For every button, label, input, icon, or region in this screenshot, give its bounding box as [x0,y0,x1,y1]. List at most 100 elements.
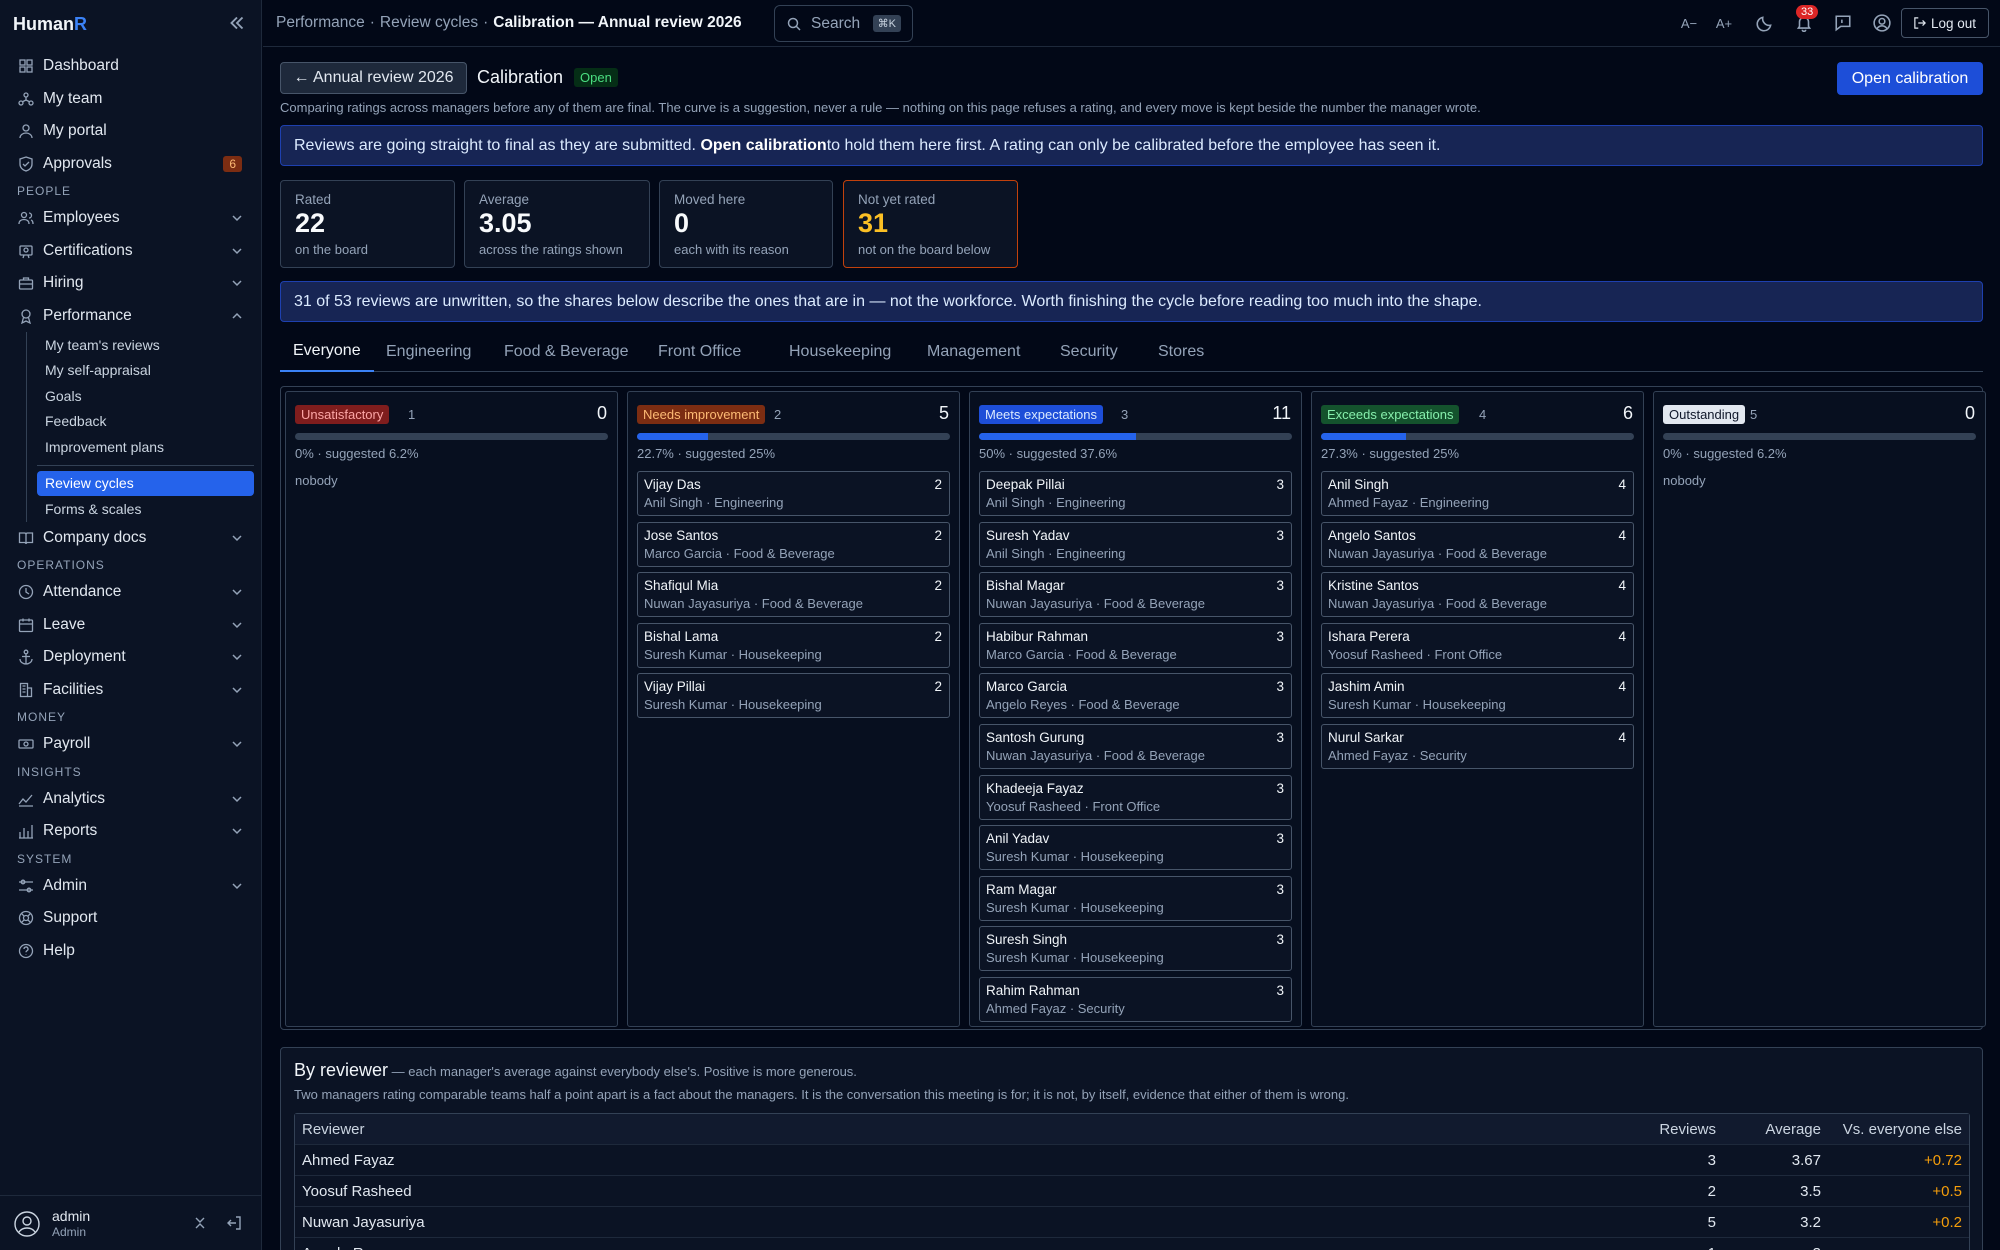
nav-label: Reports [43,822,98,840]
tab-front-office[interactable]: Front Office [645,332,754,372]
nav-dashboard[interactable]: Dashboard [0,50,262,83]
nav-employees[interactable]: Employees [0,202,262,235]
average-rating: 3.67 [1791,1152,1821,1169]
employee-card[interactable]: Ram Magar Suresh Kumar · Housekeeping 3 [979,875,1292,921]
open-calibration-button[interactable]: Open calibration [1837,62,1983,95]
header-reviews[interactable]: Reviews [1659,1121,1716,1138]
table-row[interactable]: Ahmed Fayaz 3 3.67 +0.72 [295,1145,1969,1176]
account-icon[interactable] [1873,14,1891,32]
tab-engineering[interactable]: Engineering [373,332,484,372]
rating-column[interactable]: Meets expectations 3 11 50% · suggested 37.… [969,391,1302,1027]
header-reviewer[interactable]: Reviewer [302,1121,365,1138]
employee-card[interactable]: Suresh Yadav Anil Singh · Engineering 3 [979,521,1292,567]
employee-card[interactable]: Vijay Pillai Suresh Kumar · Housekeeping 2 [637,673,950,719]
employee-card[interactable]: Marco Garcia Angelo Reyes · Food & Bevera… [979,673,1292,719]
subnav-forms-scales[interactable]: Forms & scales [37,496,262,522]
employee-card[interactable]: Jashim Amin Suresh Kumar · Housekeeping 4 [1321,673,1634,719]
employee-card[interactable]: Ishara Perera Yoosuf Rasheed · Front Offi… [1321,622,1634,668]
tab-everyone[interactable]: Everyone [280,332,374,372]
nav-admin[interactable]: Admin [0,870,262,903]
breadcrumb-performance[interactable]: Performance [276,14,365,31]
stat-moved: Moved here 0 each with its reason [659,180,833,268]
subnav-my-self-appraisal[interactable]: My self-appraisal [37,358,262,384]
subnav-feedback[interactable]: Feedback [37,409,262,435]
tab-stores[interactable]: Stores [1145,332,1217,372]
tab-security[interactable]: Security [1047,332,1131,372]
employee-card[interactable]: Suresh Singh Suresh Kumar · Housekeeping 3 [979,926,1292,972]
table-row[interactable]: Yoosuf Rasheed 2 3.5 +0.5 [295,1176,1969,1207]
nav-attendance[interactable]: Attendance [0,576,262,609]
employee-card[interactable]: Khadeeja Fayaz Yoosuf Rasheed · Front Off… [979,774,1292,820]
search-button[interactable]: Search ⌘K [774,5,913,42]
employee-card[interactable]: Angelo Santos Nuwan Jayasuriya · Food & B… [1321,521,1634,567]
nav-payroll[interactable]: Payroll [0,728,262,761]
nav-my-portal[interactable]: My portal [0,115,262,148]
nav-approvals[interactable]: Approvals 6 [0,148,262,181]
subnav-goals[interactable]: Goals [37,383,262,409]
font-smaller-button[interactable]: A− [1680,14,1698,32]
employee-card[interactable]: Shafiqul Mia Nuwan Jayasuriya · Food & Be… [637,572,950,618]
rating-column[interactable]: Needs improvement 2 5 22.7% · suggested 25%… [627,391,960,1027]
brand-logo[interactable]: HumanR [13,14,87,35]
rating-level: 3 [1121,407,1129,422]
employee-card[interactable]: Vijay Das Anil Singh · Engineering 2 [637,471,950,516]
share-bar-fill [1321,433,1407,440]
message-icon[interactable] [1834,14,1852,32]
employee-card[interactable]: Bishal Lama Suresh Kumar · Housekeeping 2 [637,622,950,668]
subnav-review-cycles[interactable]: Review cycles [37,470,254,496]
stat-rated: Rated 22 on the board [280,180,455,268]
employee-card[interactable]: Nurul Sarkar Ahmed Fayaz · Security 4 [1321,723,1634,769]
rating-column[interactable]: Outstanding 5 0 0% · suggested 6.2% nobody [1653,391,1986,1027]
employee-card[interactable]: Santosh Gurung Nuwan Jayasuriya · Food & … [979,723,1292,769]
avatar[interactable] [14,1211,40,1237]
breadcrumb-review-cycles[interactable]: Review cycles [380,14,478,31]
nav-label: Deployment [43,648,126,666]
employee-rating: 3 [1276,780,1284,796]
tab-management[interactable]: Management [914,332,1033,372]
employee-card[interactable]: Anil Singh Ahmed Fayaz · Engineering 4 [1321,471,1634,516]
tab-housekeeping[interactable]: Housekeeping [776,332,904,372]
nav-support[interactable]: Support [0,902,262,935]
team-icon [18,91,34,107]
rating-column[interactable]: Exceeds expectations 4 6 27.3% · suggested … [1311,391,1644,1027]
employee-card[interactable]: Deepak Pillai Anil Singh · Engineering 3 [979,471,1292,516]
subnav-my-teams-reviews[interactable]: My team's reviews [37,332,262,358]
nav-hiring[interactable]: Hiring [0,267,262,300]
nav-facilities[interactable]: Facilities [0,674,262,707]
table-row[interactable]: Nuwan Jayasuriya 5 3.2 +0.2 [295,1207,1969,1238]
employee-rating: 2 [934,578,942,594]
table-header: Reviewer Reviews Average Vs. everyone el… [295,1114,1969,1145]
nav-performance[interactable]: Performance [0,300,262,333]
logout-button[interactable]: Log out [1901,8,1989,38]
font-larger-button[interactable]: A+ [1715,14,1733,32]
rating-count: 0 [596,403,607,423]
chevrons-up-down-icon[interactable] [193,1216,207,1230]
employee-card[interactable]: Kristine Santos Nuwan Jayasuriya · Food &… [1321,572,1634,618]
tab-food-beverage[interactable]: Food & Beverage [491,332,642,372]
sign-out-icon[interactable] [227,1216,241,1230]
table-row[interactable]: Angelo Reyes 1 3 [295,1238,1969,1250]
nav-my-team[interactable]: My team [0,83,262,116]
employee-card[interactable]: Bishal Magar Nuwan Jayasuriya · Food & Be… [979,572,1292,618]
employee-card[interactable]: Habibur Rahman Marco Garcia · Food & Beve… [979,622,1292,668]
header-average[interactable]: Average [1765,1121,1821,1138]
employee-rating: 4 [1618,679,1626,695]
nav-analytics[interactable]: Analytics [0,783,262,816]
subnav-improvement-plans[interactable]: Improvement plans [37,434,262,460]
back-to-cycle-button[interactable]: ← Annual review 2026 [280,62,467,94]
nav-reports[interactable]: Reports [0,815,262,848]
employee-card[interactable]: Rahim Rahman Ahmed Fayaz · Security 3 [979,976,1292,1022]
nav-help[interactable]: Help [0,935,262,968]
collapse-sidebar-icon[interactable] [226,12,248,34]
nav-deployment[interactable]: Deployment [0,641,262,674]
header-vs-everyone[interactable]: Vs. everyone else [1843,1121,1962,1138]
moon-icon[interactable] [1756,14,1774,32]
nav-certifications[interactable]: Certifications [0,235,262,268]
employee-card[interactable]: Jose Santos Marco Garcia · Food & Beverag… [637,521,950,567]
nav-leave[interactable]: Leave [0,609,262,642]
card-list: Anil Singh Ahmed Fayaz · Engineering 4 Ange… [1321,471,1634,775]
employee-name: Ram Magar [986,881,1057,897]
rating-column[interactable]: Unsatisfactory 1 0 0% · suggested 6.2% nobod… [285,391,618,1027]
employee-card[interactable]: Anil Yadav Suresh Kumar · Housekeeping 3 [979,825,1292,871]
nav-company-docs[interactable]: Company docs [0,522,262,555]
